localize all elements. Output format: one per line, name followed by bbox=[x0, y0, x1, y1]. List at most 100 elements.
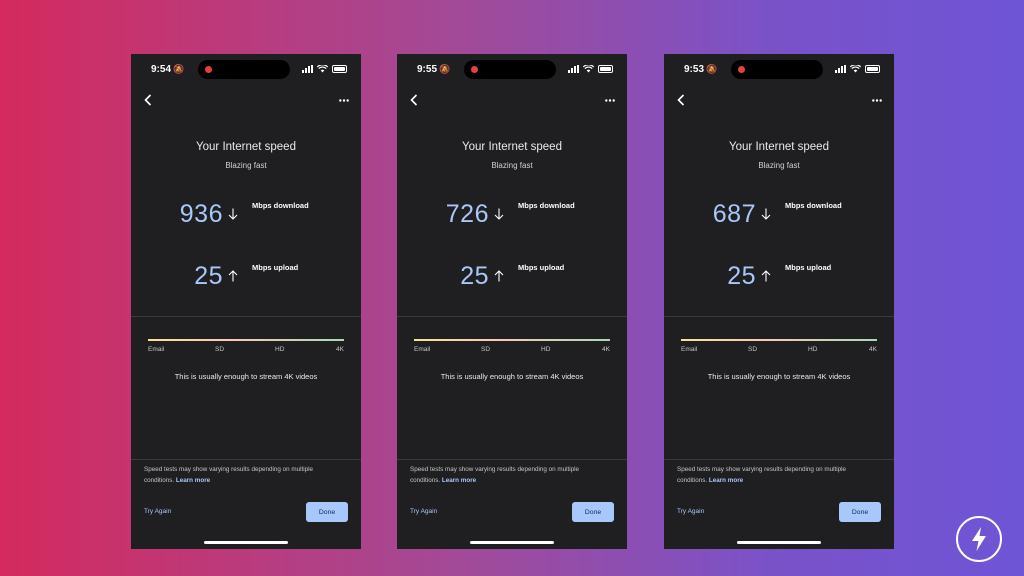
battery-icon bbox=[598, 65, 613, 73]
status-bar: 9:54 🔕 bbox=[131, 54, 361, 86]
done-button[interactable]: Done bbox=[572, 502, 614, 522]
status-bar: 9:55 🔕 bbox=[397, 54, 627, 86]
system-icons bbox=[568, 65, 613, 73]
recording-dot bbox=[738, 66, 745, 73]
upload-row: 25 Mbps upload bbox=[131, 261, 361, 291]
upload-row: 25 Mbps upload bbox=[664, 261, 894, 291]
try-again-button[interactable]: Try Again bbox=[410, 508, 437, 515]
quality-label-sd: SD bbox=[748, 346, 758, 353]
dynamic-island bbox=[198, 60, 290, 79]
speed-rating: Blazing fast bbox=[758, 161, 800, 170]
bell-slash-icon: 🔕 bbox=[439, 64, 451, 74]
disclaimer-text: Speed tests may show varying results dep… bbox=[144, 466, 314, 484]
more-horizontal-icon[interactable] bbox=[601, 92, 619, 108]
quality-label-sd: SD bbox=[481, 346, 491, 353]
recording-dot bbox=[471, 66, 478, 73]
learn-more-link[interactable]: Learn more bbox=[442, 477, 476, 484]
page-title: Your Internet speed bbox=[729, 141, 829, 153]
upload-label: Mbps upload bbox=[518, 263, 565, 272]
stream-capability-text: This is usually enough to stream 4K vide… bbox=[707, 372, 851, 381]
arrow-up-icon bbox=[761, 270, 771, 282]
dynamic-island bbox=[464, 60, 556, 79]
back-arrow-icon[interactable] bbox=[139, 91, 157, 109]
quality-label-4k: 4K bbox=[602, 346, 610, 353]
learn-more-link[interactable]: Learn more bbox=[709, 477, 743, 484]
home-indicator[interactable] bbox=[204, 541, 288, 544]
download-value: 687 bbox=[712, 200, 756, 228]
bell-slash-icon: 🔕 bbox=[706, 64, 718, 74]
upload-label: Mbps upload bbox=[785, 263, 832, 272]
quality-scale-labels: Email SD HD 4K bbox=[681, 346, 877, 356]
system-icons bbox=[302, 65, 347, 73]
quality-scale-bar bbox=[414, 339, 610, 341]
bell-slash-icon: 🔕 bbox=[173, 64, 185, 74]
more-horizontal-icon[interactable] bbox=[335, 92, 353, 108]
quality-label-email: Email bbox=[414, 346, 431, 353]
phone-screen-1: 9:54 🔕 Your Internet speed Blazing fast 9… bbox=[131, 54, 361, 549]
quality-label-email: Email bbox=[148, 346, 165, 353]
divider bbox=[131, 459, 361, 460]
download-value: 936 bbox=[179, 200, 223, 228]
status-bar: 9:53 🔕 bbox=[664, 54, 894, 86]
arrow-up-icon bbox=[228, 270, 238, 282]
download-row: 687 Mbps download bbox=[664, 199, 894, 229]
status-time: 9:54 🔕 bbox=[151, 64, 185, 75]
speed-rating: Blazing fast bbox=[491, 161, 533, 170]
upload-value: 25 bbox=[194, 262, 223, 290]
quality-label-sd: SD bbox=[215, 346, 225, 353]
quality-scale-bar bbox=[681, 339, 877, 341]
wifi-icon bbox=[583, 65, 594, 73]
quality-label-4k: 4K bbox=[336, 346, 344, 353]
arrow-down-icon bbox=[761, 208, 771, 220]
stream-capability-text: This is usually enough to stream 4K vide… bbox=[174, 372, 318, 381]
stream-capability-text: This is usually enough to stream 4K vide… bbox=[440, 372, 584, 381]
page-title: Your Internet speed bbox=[462, 141, 562, 153]
home-indicator[interactable] bbox=[470, 541, 554, 544]
speed-rating: Blazing fast bbox=[225, 161, 267, 170]
quality-label-email: Email bbox=[681, 346, 698, 353]
more-horizontal-icon[interactable] bbox=[868, 92, 886, 108]
arrow-down-icon bbox=[494, 208, 504, 220]
back-arrow-icon[interactable] bbox=[672, 91, 690, 109]
quality-label-hd: HD bbox=[275, 346, 285, 353]
divider bbox=[397, 316, 627, 317]
download-value: 726 bbox=[445, 200, 489, 228]
upload-value: 25 bbox=[460, 262, 489, 290]
download-label: Mbps download bbox=[518, 201, 575, 210]
done-button[interactable]: Done bbox=[839, 502, 881, 522]
cellular-signal-icon bbox=[835, 65, 846, 73]
quality-scale-bar bbox=[148, 339, 344, 341]
download-label: Mbps download bbox=[785, 201, 842, 210]
status-time: 9:55 🔕 bbox=[417, 64, 451, 75]
divider bbox=[397, 459, 627, 460]
page-title: Your Internet speed bbox=[196, 141, 296, 153]
download-row: 726 Mbps download bbox=[397, 199, 627, 229]
lightning-bolt-logo bbox=[956, 516, 1002, 562]
battery-icon bbox=[332, 65, 347, 73]
battery-icon bbox=[865, 65, 880, 73]
phone-screen-3: 9:53 🔕 Your Internet speed Blazing fast 6… bbox=[664, 54, 894, 549]
upload-row: 25 Mbps upload bbox=[397, 261, 627, 291]
download-label: Mbps download bbox=[252, 201, 309, 210]
system-icons bbox=[835, 65, 880, 73]
upload-label: Mbps upload bbox=[252, 263, 299, 272]
quality-label-hd: HD bbox=[541, 346, 551, 353]
quality-scale-labels: Email SD HD 4K bbox=[148, 346, 344, 356]
home-indicator[interactable] bbox=[737, 541, 821, 544]
cellular-signal-icon bbox=[302, 65, 313, 73]
try-again-button[interactable]: Try Again bbox=[677, 508, 704, 515]
upload-value: 25 bbox=[727, 262, 756, 290]
wifi-icon bbox=[850, 65, 861, 73]
quality-label-hd: HD bbox=[808, 346, 818, 353]
divider bbox=[664, 316, 894, 317]
done-button[interactable]: Done bbox=[306, 502, 348, 522]
arrow-down-icon bbox=[228, 208, 238, 220]
try-again-button[interactable]: Try Again bbox=[144, 508, 171, 515]
back-arrow-icon[interactable] bbox=[405, 91, 423, 109]
learn-more-link[interactable]: Learn more bbox=[176, 477, 210, 484]
arrow-up-icon bbox=[494, 270, 504, 282]
lightning-bolt-icon bbox=[972, 527, 986, 551]
disclaimer-text: Speed tests may show varying results dep… bbox=[677, 466, 847, 484]
wifi-icon bbox=[317, 65, 328, 73]
disclaimer-text: Speed tests may show varying results dep… bbox=[410, 466, 580, 484]
